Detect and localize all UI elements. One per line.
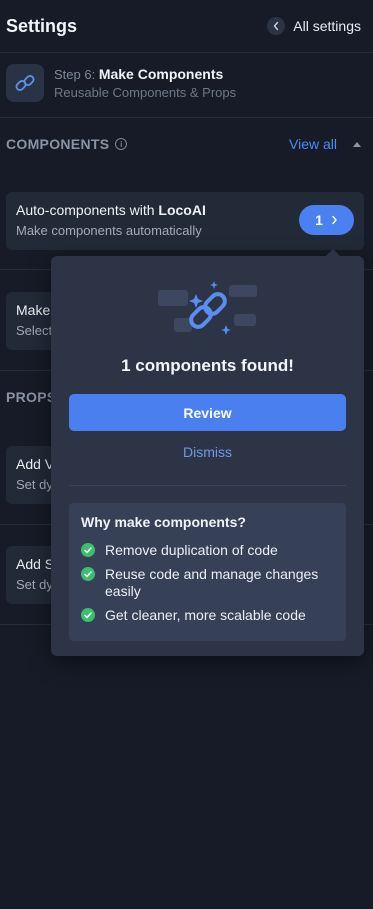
check-icon xyxy=(81,608,95,622)
view-all-group: View all xyxy=(289,136,361,152)
check-icon xyxy=(81,543,95,557)
view-all-link[interactable]: View all xyxy=(289,136,337,152)
card-title-brand: LocoAI xyxy=(158,202,206,218)
components-label-text: COMPONENTS xyxy=(6,136,110,152)
reason-item: Remove duplication of code xyxy=(81,542,334,559)
reason-text: Reuse code and manage changes easily xyxy=(105,566,319,599)
reason-text: Remove duplication of code xyxy=(105,542,278,558)
components-found-popover: 1 components found! Review Dismiss Why m… xyxy=(51,249,364,656)
review-button[interactable]: Review xyxy=(69,394,346,431)
card-title-prefix: Auto-components with xyxy=(16,202,159,218)
all-settings-label: All settings xyxy=(293,18,361,34)
collapse-caret-icon[interactable] xyxy=(353,141,361,147)
link-icon xyxy=(6,64,44,102)
step-subtitle: Reusable Components & Props xyxy=(54,85,237,100)
components-label: COMPONENTS i xyxy=(6,136,128,152)
step-prefix: Step 6: xyxy=(54,67,99,82)
divider xyxy=(0,52,373,53)
why-title: Why make components? xyxy=(81,514,246,530)
reason-text: Get cleaner, more scalable code xyxy=(105,607,306,623)
divider xyxy=(69,485,346,486)
components-found-text: 1 components found! xyxy=(121,356,294,375)
step-title: Step 6: Make Components xyxy=(54,66,236,82)
all-settings-link[interactable]: All settings xyxy=(267,17,361,35)
popover-arrow xyxy=(326,249,340,256)
why-components-box: Why make components? Remove duplication … xyxy=(69,503,346,641)
components-count-button[interactable]: 1 xyxy=(299,205,354,235)
link-sparkle-icon xyxy=(158,281,257,335)
auto-components-card[interactable]: Auto-components with LocoAI Make compone… xyxy=(6,192,364,250)
step-name: Make Components xyxy=(98,66,224,82)
check-icon xyxy=(81,567,95,581)
divider xyxy=(0,117,373,118)
count-value: 1 xyxy=(315,212,323,228)
chevron-right-icon xyxy=(332,215,337,225)
chevron-left-icon xyxy=(267,17,286,35)
reason-item: Get cleaner, more scalable code xyxy=(81,607,334,624)
components-section-header: COMPONENTS i View all xyxy=(6,134,361,154)
header: Settings All settings xyxy=(0,0,373,52)
reason-item: Reuse code and manage changes easily xyxy=(81,566,334,600)
step-row: Step 6: Make Components Reusable Compone… xyxy=(6,64,236,102)
props-label: PROPS xyxy=(6,389,57,405)
info-icon[interactable]: i xyxy=(115,138,128,150)
page-title: Settings xyxy=(6,15,78,36)
dismiss-button[interactable]: Dismiss xyxy=(51,444,364,460)
